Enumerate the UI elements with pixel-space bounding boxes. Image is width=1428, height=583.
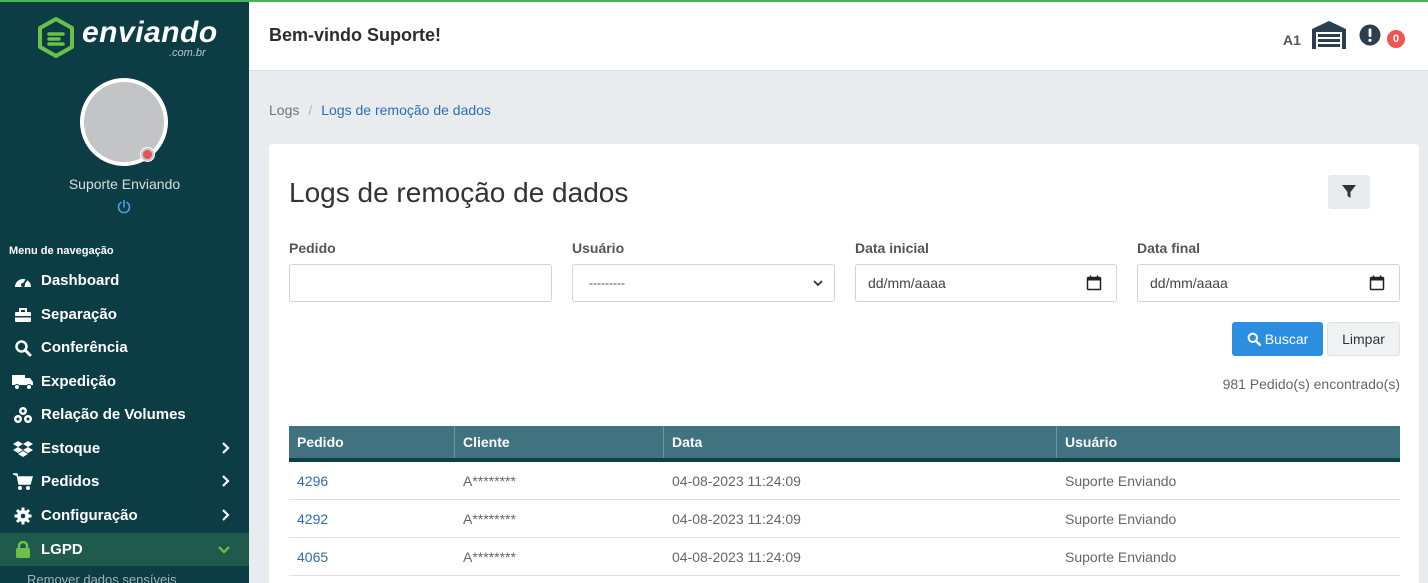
limpar-button[interactable]: Limpar — [1327, 322, 1400, 356]
data-final-label: Data final — [1137, 240, 1201, 256]
notification-badge[interactable]: 0 — [1387, 30, 1405, 48]
pedido-label: Pedido — [289, 240, 336, 256]
chevron-down-icon — [218, 546, 230, 554]
sidebar-item-label: Estoque — [41, 440, 101, 457]
sidebar-item-pedidos[interactable]: Pedidos — [0, 465, 249, 498]
menu-header: Menu de navegação — [9, 245, 114, 257]
alert-icon[interactable] — [1359, 24, 1381, 46]
data-inicial-value: dd/mm/aaaa — [868, 275, 946, 291]
lock-icon — [12, 540, 34, 559]
sidebar-item-label: Relação de Volumes — [41, 406, 186, 423]
box-logo-icon — [38, 17, 74, 58]
data-cell: 04-08-2023 11:24:09 — [672, 472, 801, 489]
cliente-cell: A******** — [463, 548, 516, 565]
limpar-label: Limpar — [1342, 331, 1385, 347]
usuario-select[interactable]: --------- — [572, 264, 835, 302]
top-accent-line — [0, 0, 1428, 2]
sidebar-username: Suporte Enviando — [68, 176, 181, 192]
chevron-right-icon — [222, 442, 230, 454]
chevron-right-icon — [222, 509, 230, 521]
usuario-cell: Suporte Enviando — [1065, 548, 1177, 565]
pedido-link[interactable]: 4296 — [289, 462, 455, 499]
top-header: Bem-vindo Suporte! A1 0 — [249, 0, 1428, 71]
table-row: 4292 A******** 04-08-2023 11:24:09 Supor… — [289, 500, 1400, 538]
usuario-cell: Suporte Enviando — [1065, 472, 1177, 489]
sidebar-item-label: Pedidos — [41, 473, 100, 490]
status-indicator — [141, 148, 154, 161]
toolbox-icon — [12, 306, 34, 324]
usuario-cell: Suporte Enviando — [1065, 510, 1177, 527]
sidebar-item-label: Dashboard — [41, 272, 120, 289]
calendar-icon[interactable] — [1369, 275, 1385, 291]
buscar-button[interactable]: Buscar — [1232, 322, 1323, 356]
results-table: Pedido Cliente Data Usuário 4296 A******… — [289, 426, 1400, 576]
chevron-down-icon — [813, 280, 823, 287]
pedido-input[interactable] — [289, 264, 552, 302]
truck-icon — [12, 373, 34, 391]
data-cell: 04-08-2023 11:24:09 — [672, 548, 801, 565]
sidebar-item-label: Separação — [41, 306, 117, 323]
table-row: 4296 A******** 04-08-2023 11:24:09 Supor… — [289, 462, 1400, 500]
column-header-cliente[interactable]: Cliente — [455, 426, 664, 458]
calendar-icon[interactable] — [1086, 275, 1102, 291]
sidebar-item-configuracao[interactable]: Configuração — [0, 499, 249, 532]
breadcrumb-logs-link[interactable]: Logs — [269, 102, 299, 118]
search-icon — [1247, 332, 1261, 346]
brand-name: enviando — [82, 16, 218, 49]
sidebar-item-relacao-volumes[interactable]: Relação de Volumes — [0, 398, 249, 431]
pedido-link[interactable]: 4292 — [289, 500, 455, 537]
breadcrumb: Logs / Logs de remoção de dados — [269, 102, 491, 118]
sidebar-item-dashboard[interactable]: Dashboard — [0, 264, 249, 297]
table-row: 4065 A******** 04-08-2023 11:24:09 Supor… — [289, 538, 1400, 576]
sidebar-item-separacao[interactable]: Separação — [0, 298, 249, 331]
boxes-icon — [12, 406, 34, 424]
usuario-label: Usuário — [572, 240, 625, 256]
sidebar-item-label: Configuração — [41, 507, 138, 524]
table-header: Pedido Cliente Data Usuário — [289, 426, 1400, 462]
brand-suffix: .com.br — [169, 47, 206, 59]
sidebar-item-label: Conferência — [41, 339, 128, 356]
data-inicial-input[interactable]: dd/mm/aaaa — [855, 264, 1117, 302]
avatar[interactable] — [80, 78, 168, 166]
sidebar-item-label: LGPD — [41, 541, 83, 558]
cliente-cell: A******** — [463, 510, 516, 527]
welcome-message: Bem-vindo Suporte! — [269, 25, 442, 45]
content-card: Logs de remoção de dados Pedido Usuário … — [269, 144, 1419, 583]
page-title: Logs de remoção de dados — [289, 177, 629, 208]
sidebar-item-lgpd[interactable]: LGPD — [0, 533, 249, 566]
chevron-right-icon — [222, 475, 230, 487]
breadcrumb-current: Logs de remoção de dados — [321, 102, 491, 118]
warehouse-icon[interactable] — [1312, 21, 1346, 49]
sidebar-item-conferencia[interactable]: Conferência — [0, 331, 249, 364]
cart-icon — [12, 472, 34, 491]
warehouse-code[interactable]: A1 — [1283, 32, 1301, 48]
gauge-icon — [12, 272, 34, 290]
breadcrumb-separator: / — [308, 102, 313, 118]
gear-icon — [12, 507, 34, 525]
sidebar-item-expedicao[interactable]: Expedição — [0, 365, 249, 398]
data-inicial-label: Data inicial — [855, 240, 929, 256]
power-icon[interactable] — [116, 199, 132, 215]
sidebar-subitem-remover-dados[interactable]: Remover dados sensíveis — [27, 572, 177, 583]
data-final-value: dd/mm/aaaa — [1150, 275, 1228, 291]
buscar-label: Buscar — [1264, 331, 1309, 347]
usuario-selected: --------- — [589, 276, 625, 290]
filter-toggle-button[interactable] — [1328, 175, 1370, 209]
data-cell: 04-08-2023 11:24:09 — [672, 510, 801, 527]
filter-icon — [1342, 185, 1356, 198]
result-count: 981 Pedido(s) encontrado(s) — [1222, 376, 1400, 392]
cliente-cell: A******** — [463, 472, 516, 489]
column-header-usuario[interactable]: Usuário — [1057, 426, 1400, 458]
search-icon — [12, 339, 34, 357]
data-final-input[interactable]: dd/mm/aaaa — [1137, 264, 1400, 302]
column-header-pedido[interactable]: Pedido — [289, 426, 455, 458]
sidebar-item-label: Expedição — [41, 373, 117, 390]
column-header-data[interactable]: Data — [664, 426, 1057, 458]
brand-logo[interactable]: enviando .com.br — [36, 16, 218, 62]
pedido-link[interactable]: 4065 — [289, 538, 455, 575]
sidebar-item-estoque[interactable]: Estoque — [0, 432, 249, 465]
dropbox-icon — [12, 440, 34, 458]
sidebar: enviando .com.br Suporte Enviando Menu d… — [0, 0, 249, 583]
